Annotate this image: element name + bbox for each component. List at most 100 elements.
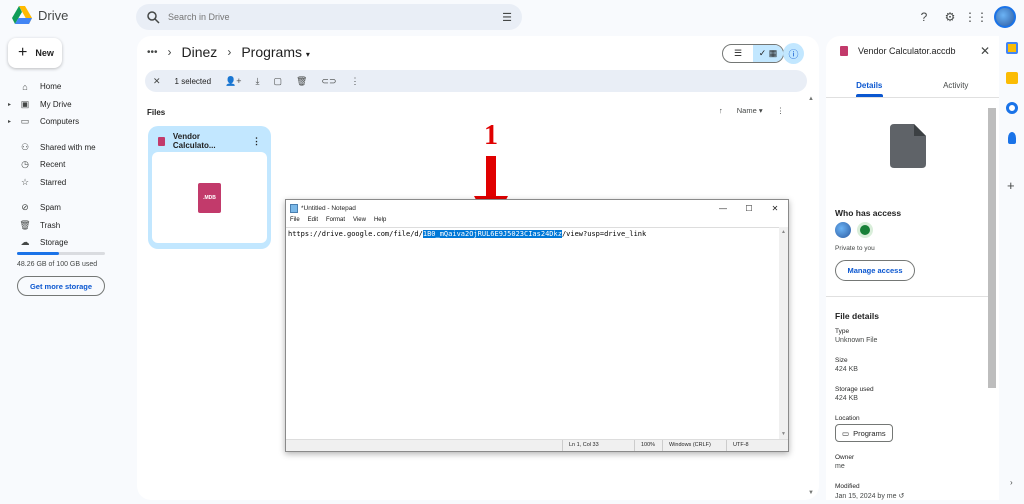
globe-icon[interactable] — [857, 222, 873, 238]
trash-icon: 🗑 — [19, 219, 31, 230]
apps-grid-icon[interactable]: ⋮⋮ — [964, 9, 988, 25]
minimize-icon[interactable]: — — [710, 204, 736, 213]
breadcrumb-current[interactable]: Programs ▾ — [241, 44, 310, 60]
contacts-icon[interactable] — [1008, 132, 1016, 144]
tab-activity[interactable]: Activity — [913, 74, 1000, 97]
menu-view[interactable]: View — [353, 217, 366, 227]
sidebar-item-trash[interactable]: 🗑 Trash — [8, 217, 123, 235]
location-chip[interactable]: ▭ Programs — [835, 424, 893, 442]
menu-format[interactable]: Format — [326, 217, 345, 227]
share-icon[interactable]: 👤+ — [225, 76, 241, 87]
sidebar-item-label: Computers — [40, 117, 80, 127]
tasks-icon[interactable] — [1006, 102, 1018, 114]
calendar-icon[interactable] — [1006, 42, 1018, 54]
notepad-text-area[interactable]: https://drive.google.com/file/d/1B0_mQai… — [286, 227, 788, 439]
computer-icon: ▭ — [20, 116, 30, 127]
owner-avatar[interactable] — [835, 222, 851, 238]
status-line-ending: Windows (CRLF) — [662, 440, 726, 451]
more-icon[interactable]: ⋮ — [777, 106, 785, 115]
sort-by-button[interactable]: Name ▾ — [737, 106, 763, 115]
sidebar-item-computers[interactable]: ▸ ▭ Computers — [8, 113, 123, 131]
details-scrollbar[interactable] — [988, 108, 996, 388]
download-icon[interactable]: ⤓ — [255, 76, 259, 87]
menu-file[interactable]: File — [290, 217, 300, 227]
scroll-up-icon[interactable]: ▲ — [781, 229, 786, 235]
notepad-scrollbar[interactable]: ▲ ▼ — [779, 227, 788, 439]
settings-gear-icon[interactable]: ⚙ — [942, 9, 958, 25]
window-controls: — ☐ ✕ — [710, 204, 788, 213]
sort-direction-icon[interactable]: ↑ — [719, 106, 723, 115]
modified-value-text: Jan 15, 2024 by me — [835, 493, 897, 500]
new-button-label: New — [35, 48, 54, 58]
list-view-icon[interactable]: ☰ — [723, 45, 753, 62]
help-icon[interactable]: ? — [916, 9, 932, 25]
clear-selection-icon[interactable]: ✕ — [153, 76, 161, 87]
sidebar-item-label: Home — [40, 82, 62, 92]
type-value: Unknown File — [835, 337, 878, 344]
sidebar-item-label: Trash — [40, 220, 61, 230]
file-name: Vendor Calculato... — [172, 132, 216, 150]
new-button[interactable]: + New — [8, 38, 62, 68]
link-icon[interactable]: ⊂⊃ — [321, 76, 336, 87]
sidebar-item-starred[interactable]: ☆ Starred — [8, 174, 123, 192]
file-details-title: File details — [835, 311, 879, 321]
details-panel: Vendor Calculator.accdb ✕ Details Activi… — [826, 36, 999, 500]
who-has-access-title: Who has access — [835, 208, 902, 218]
view-toggle: ☰ ✓ ▦ — [722, 44, 784, 63]
sidebar-item-my-drive[interactable]: ▸ ▣ My Drive — [8, 96, 123, 114]
account-avatar[interactable] — [994, 6, 1016, 28]
storage-usage-bar — [17, 252, 105, 255]
private-text: Private to you — [835, 245, 875, 252]
breadcrumb-parent[interactable]: Dinez — [182, 44, 218, 60]
file-more-icon[interactable]: ⋮ — [252, 136, 261, 147]
scroll-up-icon[interactable]: ▲ — [808, 96, 814, 102]
close-icon[interactable]: ✕ — [980, 44, 990, 58]
history-icon[interactable]: ↺ — [898, 493, 904, 500]
tab-details[interactable]: Details — [826, 74, 913, 97]
maximize-icon[interactable]: ☐ — [736, 204, 762, 213]
details-info-icon[interactable]: ⓘ — [783, 43, 804, 64]
breadcrumb-more-icon[interactable]: ••• — [147, 47, 158, 58]
add-addon-icon[interactable]: + — [1007, 178, 1015, 193]
keep-icon[interactable] — [1006, 72, 1018, 84]
expand-arrow-icon[interactable]: ▸ — [8, 118, 16, 125]
search-icon[interactable] — [146, 10, 160, 24]
access-file-icon — [840, 46, 848, 56]
sidebar-item-storage[interactable]: ☁ Storage — [8, 234, 123, 252]
search-options-icon[interactable]: ☰ — [502, 11, 512, 24]
scroll-down-icon[interactable]: ▼ — [808, 490, 814, 496]
notepad-window[interactable]: *Untitled - Notepad — ☐ ✕ File Edit Form… — [285, 199, 789, 452]
search-bar[interactable]: ☰ — [136, 4, 522, 30]
expand-panel-icon[interactable]: › — [1010, 478, 1013, 487]
close-icon[interactable]: ✕ — [762, 204, 788, 213]
main-scrollbar[interactable]: ▲ ▼ — [808, 96, 814, 496]
more-actions-icon[interactable]: ⋮ — [351, 76, 360, 87]
get-more-storage-button[interactable]: Get more storage — [17, 276, 105, 296]
folder-icon: ▭ — [842, 428, 850, 438]
menu-edit[interactable]: Edit — [308, 217, 318, 227]
home-icon: ⌂ — [22, 81, 28, 92]
grid-view-icon[interactable]: ✓ ▦ — [753, 45, 783, 62]
sidebar-item-recent[interactable]: ◷ Recent — [8, 156, 123, 174]
file-card[interactable]: Vendor Calculato... ⋮ .MDB — [148, 126, 271, 249]
divider — [826, 296, 996, 297]
my-drive-icon: ▣ — [20, 98, 30, 109]
menu-help[interactable]: Help — [374, 217, 386, 227]
trash-icon[interactable]: 🗑 — [296, 76, 307, 87]
storage-usage-text: 48.26 GB of 100 GB used — [17, 261, 98, 268]
top-bar: Drive ☰ ? ⚙ ⋮⋮ — [0, 0, 1024, 34]
manage-access-button[interactable]: Manage access — [835, 260, 915, 281]
drive-logo[interactable]: Drive — [12, 6, 68, 24]
search-input[interactable] — [168, 12, 503, 22]
sidebar-item-spam[interactable]: ⊘ Spam — [8, 199, 123, 217]
breadcrumb-current-label: Programs — [241, 44, 302, 60]
sidebar-item-shared[interactable]: ⚇ Shared with me — [8, 139, 123, 157]
status-position: Ln 1, Col 33 — [562, 440, 634, 451]
notepad-title-bar[interactable]: *Untitled - Notepad — ☐ ✕ — [286, 200, 788, 217]
sidebar-item-home[interactable]: ⌂ Home — [8, 78, 123, 96]
chevron-right-icon: › — [227, 45, 232, 59]
move-icon[interactable]: ▢ — [273, 76, 282, 87]
scroll-down-icon[interactable]: ▼ — [781, 431, 786, 437]
expand-arrow-icon[interactable]: ▸ — [8, 101, 16, 108]
access-avatars — [835, 222, 873, 238]
